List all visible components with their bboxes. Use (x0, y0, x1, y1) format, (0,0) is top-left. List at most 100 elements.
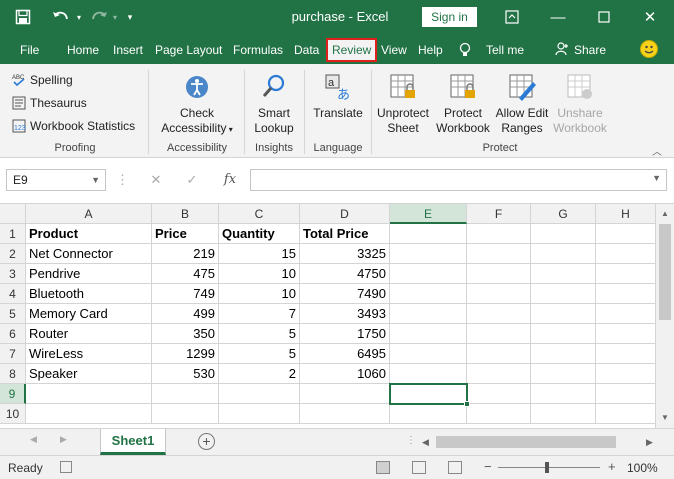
cell-d6[interactable]: 1750 (300, 324, 390, 344)
row-header-6[interactable]: 6 (0, 324, 26, 344)
cell-c8[interactable]: 2 (219, 364, 300, 384)
tab-split-handle-icon[interactable]: ⋮ (406, 435, 416, 446)
cell-d10[interactable] (300, 404, 390, 424)
tab-page-layout[interactable]: Page Layout (155, 38, 222, 62)
cell-f4[interactable] (467, 284, 531, 304)
normal-view-icon[interactable] (376, 461, 390, 474)
cell-a7[interactable]: WireLess (26, 344, 152, 364)
confirm-entry-button[interactable]: ✓ (178, 169, 206, 191)
close-button[interactable]: ✕ (630, 0, 670, 34)
cell-f9[interactable] (467, 384, 531, 404)
row-header-1[interactable]: 1 (0, 224, 26, 244)
cell-h10[interactable] (596, 404, 655, 424)
cell-d1[interactable]: Total Price (300, 224, 390, 244)
cell-g4[interactable] (531, 284, 596, 304)
cell-h1[interactable] (596, 224, 655, 244)
next-sheet-icon[interactable]: ▶ (60, 434, 67, 445)
lightbulb-icon[interactable] (459, 42, 471, 58)
cell-e7[interactable] (390, 344, 467, 364)
cell-h7[interactable] (596, 344, 655, 364)
cell-c10[interactable] (219, 404, 300, 424)
save-icon[interactable] (12, 0, 34, 34)
cell-c7[interactable]: 5 (219, 344, 300, 364)
cell-c9[interactable] (219, 384, 300, 404)
row-header-4[interactable]: 4 (0, 284, 26, 304)
cell-d9[interactable] (300, 384, 390, 404)
cell-d5[interactable]: 3493 (300, 304, 390, 324)
cell-g8[interactable] (531, 364, 596, 384)
tab-help[interactable]: Help (418, 38, 443, 62)
row-header-10[interactable]: 10 (0, 404, 26, 424)
column-header-a[interactable]: A (26, 204, 152, 224)
cell-c3[interactable]: 10 (219, 264, 300, 284)
cell-g5[interactable] (531, 304, 596, 324)
cell-h8[interactable] (596, 364, 655, 384)
zoom-slider-thumb[interactable] (545, 462, 549, 473)
cell-f8[interactable] (467, 364, 531, 384)
row-header-9[interactable]: 9 (0, 384, 26, 404)
tab-insert[interactable]: Insert (113, 38, 143, 62)
cell-e6[interactable] (390, 324, 467, 344)
cell-b3[interactable]: 475 (152, 264, 219, 284)
unprotect-sheet-button[interactable]: Unprotect Sheet (374, 72, 432, 136)
scroll-up-icon[interactable]: ▲ (656, 206, 674, 222)
formula-input[interactable]: ▼ (250, 169, 667, 191)
cell-d4[interactable]: 7490 (300, 284, 390, 304)
cell-a6[interactable]: Router (26, 324, 152, 344)
cell-b6[interactable]: 350 (152, 324, 219, 344)
cell-c4[interactable]: 10 (219, 284, 300, 304)
cell-d7[interactable]: 6495 (300, 344, 390, 364)
cell-a5[interactable]: Memory Card (26, 304, 152, 324)
macro-recording-icon[interactable] (60, 461, 72, 473)
column-header-h[interactable]: H (596, 204, 655, 224)
protect-workbook-button[interactable]: Protect Workbook (434, 72, 492, 136)
collapse-ribbon-icon[interactable]: ︿ (652, 143, 662, 158)
drag-handle-icon[interactable]: ⋮ (116, 169, 129, 191)
zoom-level[interactable]: 100% (627, 461, 658, 475)
workbook-statistics-button[interactable]: 123 Workbook Statistics (12, 116, 135, 136)
cell-c1[interactable]: Quantity (219, 224, 300, 244)
cell-e4[interactable] (390, 284, 467, 304)
cell-b8[interactable]: 530 (152, 364, 219, 384)
minimize-button[interactable]: — (538, 0, 578, 34)
cell-a1[interactable]: Product (26, 224, 152, 244)
cell-e3[interactable] (390, 264, 467, 284)
spelling-button[interactable]: ABC Spelling (12, 70, 73, 90)
customize-toolbar-icon[interactable]: ▾ (122, 0, 138, 34)
cell-g6[interactable] (531, 324, 596, 344)
feedback-smiley-icon[interactable] (640, 40, 658, 58)
cell-a9[interactable] (26, 384, 152, 404)
cancel-entry-button[interactable]: ✕ (142, 169, 170, 191)
sign-in-button[interactable]: Sign in (422, 7, 477, 27)
cell-c6[interactable]: 5 (219, 324, 300, 344)
tab-home[interactable]: Home (67, 38, 99, 62)
cell-e10[interactable] (390, 404, 467, 424)
row-header-5[interactable]: 5 (0, 304, 26, 324)
column-header-e[interactable]: E (390, 204, 467, 224)
thesaurus-button[interactable]: Thesaurus (12, 93, 87, 113)
cell-g9[interactable] (531, 384, 596, 404)
cell-f6[interactable] (467, 324, 531, 344)
cell-g7[interactable] (531, 344, 596, 364)
undo-icon[interactable] (48, 0, 74, 34)
sheet-tab-sheet1[interactable]: Sheet1 (100, 429, 166, 455)
expand-formula-bar-icon[interactable]: ▼ (652, 173, 661, 183)
row-header-8[interactable]: 8 (0, 364, 26, 384)
cell-a3[interactable]: Pendrive (26, 264, 152, 284)
cell-a4[interactable]: Bluetooth (26, 284, 152, 304)
row-header-2[interactable]: 2 (0, 244, 26, 264)
cell-b7[interactable]: 1299 (152, 344, 219, 364)
tell-me-search[interactable]: Tell me (486, 38, 524, 62)
scroll-left-icon[interactable]: ◀ (422, 435, 429, 449)
cell-e8[interactable] (390, 364, 467, 384)
row-header-7[interactable]: 7 (0, 344, 26, 364)
page-break-preview-icon[interactable] (448, 461, 462, 474)
cell-f10[interactable] (467, 404, 531, 424)
page-layout-view-icon[interactable] (412, 461, 426, 474)
undo-dropdown-icon[interactable]: ▾ (74, 0, 84, 34)
cell-e1[interactable] (390, 224, 467, 244)
cell-a2[interactable]: Net Connector (26, 244, 152, 264)
cell-f5[interactable] (467, 304, 531, 324)
cell-a10[interactable] (26, 404, 152, 424)
previous-sheet-icon[interactable]: ◀ (30, 434, 37, 445)
